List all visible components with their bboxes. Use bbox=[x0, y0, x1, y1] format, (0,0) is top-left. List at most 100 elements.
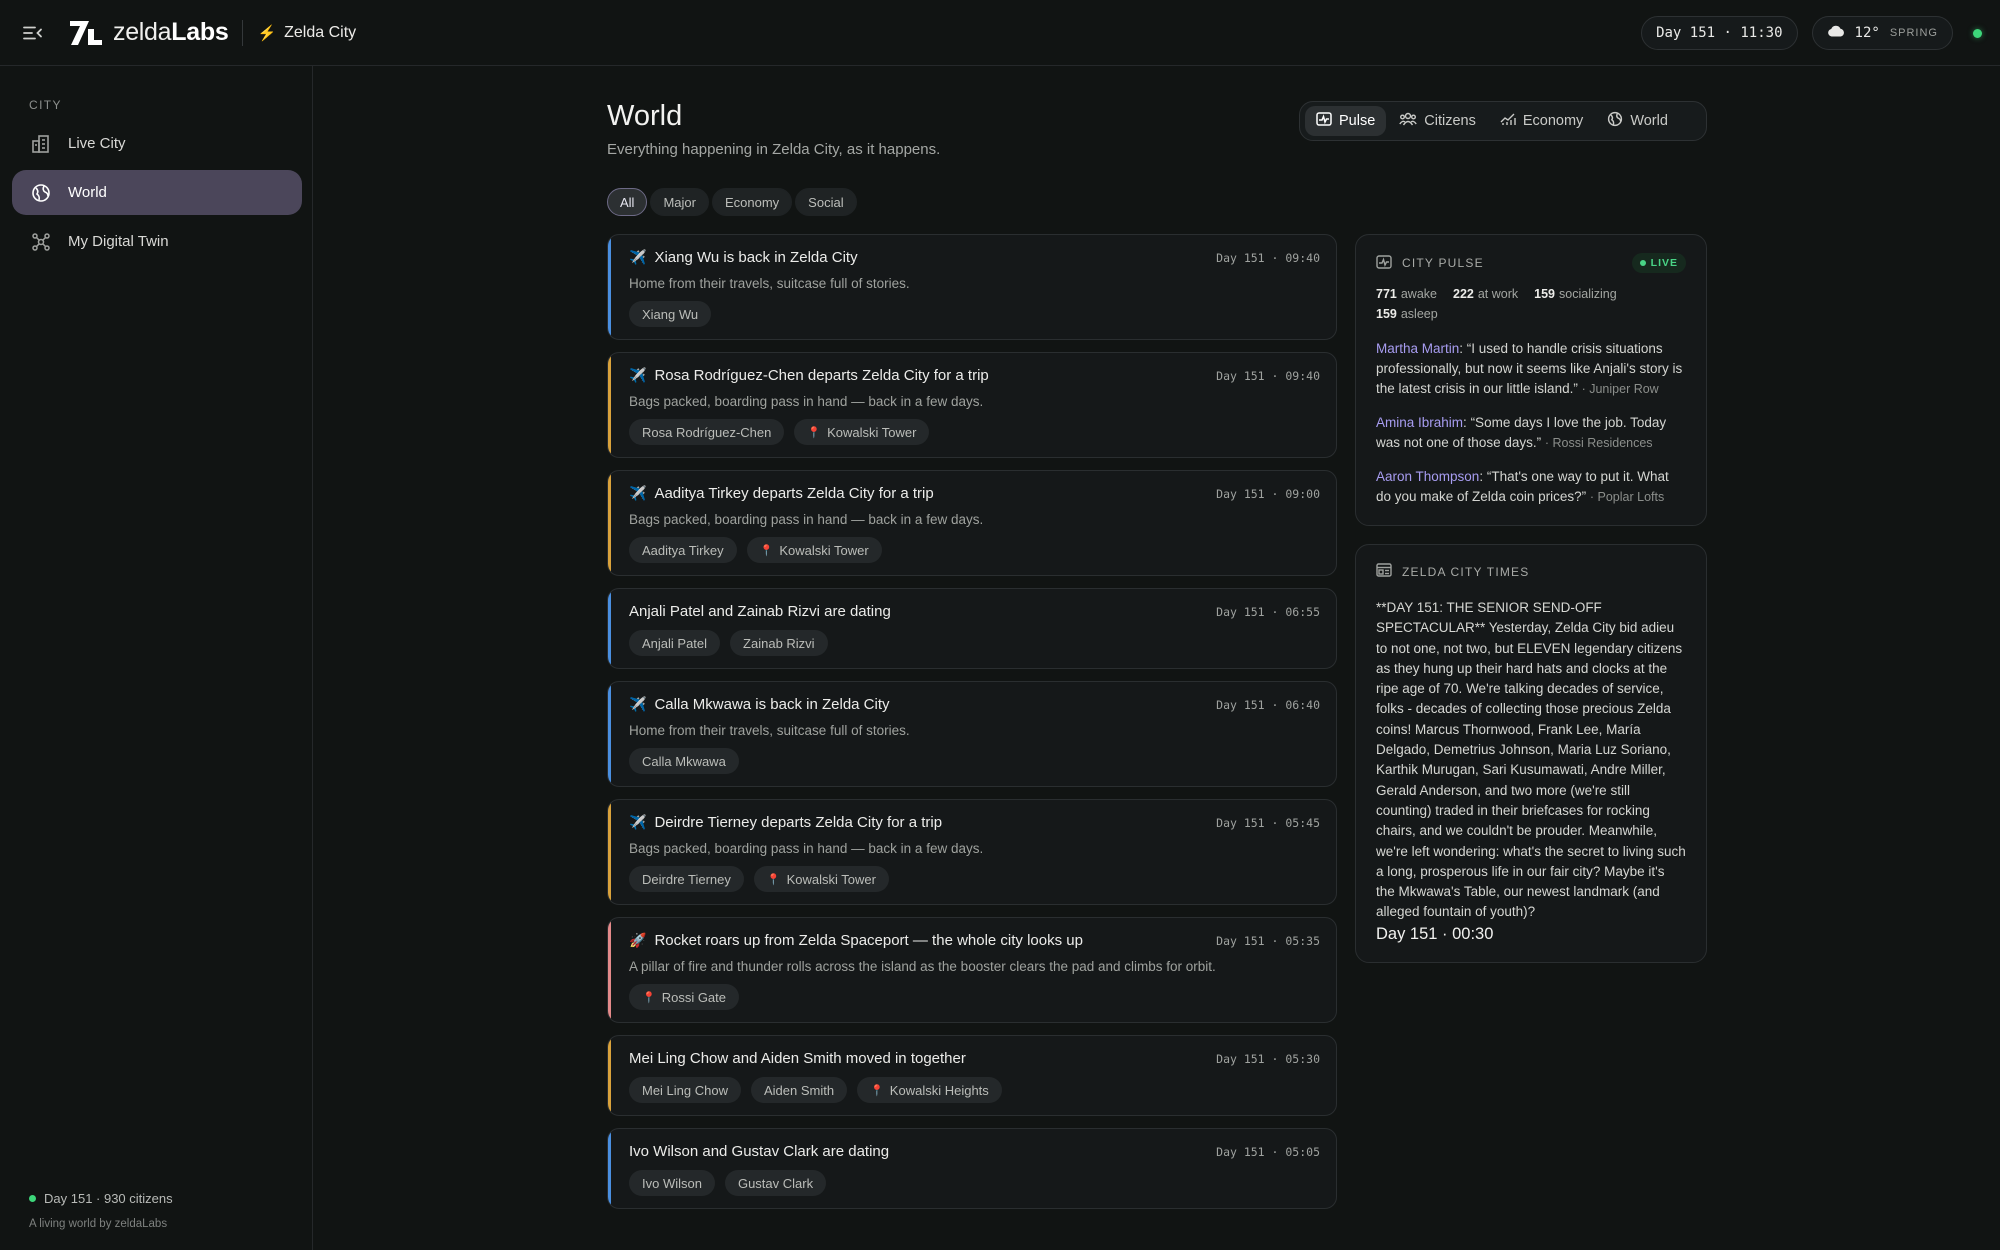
citizen-chip[interactable]: Zainab Rizvi bbox=[730, 630, 828, 656]
filter-economy[interactable]: Economy bbox=[711, 188, 793, 216]
event-tags: Xiang Wu bbox=[629, 301, 1320, 327]
bolt-icon: ⚡ bbox=[257, 24, 277, 42]
event-card[interactable]: ✈️ Rosa Rodríguez-Chen departs Zelda City… bbox=[607, 352, 1337, 458]
map-pin-icon: 📍 bbox=[870, 1084, 884, 1097]
event-tags: Rosa Rodríguez-Chen 📍 Kowalski Tower bbox=[629, 419, 1320, 445]
event-card[interactable]: ✈️ Deirdre Tierney departs Zelda City for… bbox=[607, 799, 1337, 905]
newspaper-article: **DAY 151: THE SENIOR SEND-OFF SPECTACUL… bbox=[1376, 600, 1686, 920]
event-description: Bags packed, boarding pass in hand — bac… bbox=[629, 512, 984, 527]
collapse-sidebar-icon[interactable] bbox=[23, 26, 43, 40]
event-description: Bags packed, boarding pass in hand — bac… bbox=[629, 841, 984, 856]
event-card[interactable]: ✈️ Calla Mkwawa is back in Zelda City Day … bbox=[607, 681, 1337, 787]
citizen-quote: Aaron Thompson: “That's one way to put i… bbox=[1376, 469, 1669, 504]
event-title-row: ✈️ Deirdre Tierney departs Zelda City for… bbox=[629, 814, 942, 831]
brand-name: zeldaLabs bbox=[113, 18, 229, 46]
event-title: Deirdre Tierney departs Zelda City for a… bbox=[654, 814, 943, 831]
map-pin-icon: 📍 bbox=[759, 544, 774, 557]
event-time: Day 151 · 09:40 bbox=[1216, 250, 1320, 265]
event-tags: Deirdre Tierney 📍 Kowalski Tower bbox=[629, 866, 1320, 892]
panel-title: CITY PULSE bbox=[1402, 256, 1484, 270]
event-title: Mei Ling Chow and Aiden Smith moved in t… bbox=[629, 1050, 966, 1067]
event-time: Day 151 · 05:45 bbox=[1216, 815, 1320, 830]
live-dot-icon bbox=[1639, 260, 1646, 266]
quote-author[interactable]: Amina Ibrahim bbox=[1376, 415, 1463, 430]
event-time: Day 151 · 05:30 bbox=[1216, 1051, 1320, 1066]
live-badge: LIVE bbox=[1631, 253, 1686, 273]
people-icon bbox=[1399, 112, 1418, 130]
location-chip[interactable]: 📍 Kowalski Heights bbox=[857, 1077, 1002, 1103]
stat-at-work: 222 at work bbox=[1453, 287, 1519, 301]
sidebar-item-label: Live City bbox=[68, 135, 126, 152]
citizen-chip[interactable]: Rosa Rodríguez-Chen bbox=[629, 419, 785, 445]
citizen-chip[interactable]: Calla Mkwawa bbox=[629, 748, 739, 774]
citizen-chip[interactable]: Anjali Patel bbox=[629, 630, 721, 656]
tab-world[interactable]: World bbox=[1596, 106, 1679, 136]
citizen-chip[interactable]: Xiang Wu bbox=[629, 301, 712, 327]
sidebar-item-my-digital-twin[interactable]: My Digital Twin bbox=[12, 219, 302, 264]
location-chip[interactable]: 📍 Kowalski Tower bbox=[746, 537, 882, 563]
event-description: Bags packed, boarding pass in hand — bac… bbox=[629, 394, 984, 409]
city-times-panel: ZELDA CITY TIMES **DAY 151: THE SENIOR S… bbox=[1355, 544, 1707, 963]
map-pin-icon: 📍 bbox=[766, 873, 781, 886]
citizen-chip[interactable]: Deirdre Tierney bbox=[629, 866, 744, 892]
citizen-chip[interactable]: Mei Ling Chow bbox=[629, 1077, 741, 1103]
location-chip[interactable]: 📍 Rossi Gate bbox=[629, 984, 740, 1010]
event-card[interactable]: ✈️ Aaditya Tirkey departs Zelda City for … bbox=[607, 470, 1337, 576]
sidebar-item-world[interactable]: World bbox=[12, 170, 302, 215]
location-name: Rossi Gate bbox=[661, 989, 727, 1005]
event-card[interactable]: 🚀 Rocket roars up from Zelda Spaceport — … bbox=[607, 917, 1337, 1023]
quote-author[interactable]: Aaron Thompson bbox=[1376, 469, 1479, 484]
network-icon bbox=[30, 231, 52, 253]
event-time: Day 151 · 05:35 bbox=[1216, 933, 1320, 948]
newspaper-icon bbox=[1376, 563, 1392, 580]
filter-all[interactable]: All bbox=[607, 188, 648, 216]
filter-major[interactable]: Major bbox=[650, 188, 709, 216]
event-tags: Calla Mkwawa bbox=[629, 748, 1320, 774]
map-pin-icon: 📍 bbox=[642, 991, 656, 1004]
event-title: Rocket roars up from Zelda Spaceport — t… bbox=[654, 932, 1083, 949]
event-card[interactable]: ✈️ Xiang Wu is back in Zelda City Day 151 … bbox=[607, 234, 1337, 340]
brand-logo[interactable]: zeldaLabs bbox=[69, 18, 229, 47]
feed-filters: All Major Economy Social bbox=[607, 188, 857, 216]
event-time: Day 151 · 06:55 bbox=[1216, 604, 1320, 619]
citizen-chip[interactable]: Ivo Wilson bbox=[629, 1170, 715, 1196]
location-name: Kowalski Heights bbox=[889, 1082, 989, 1098]
event-title: Aaditya Tirkey departs Zelda City for a … bbox=[654, 485, 934, 502]
location-chip[interactable]: 📍 Kowalski Tower bbox=[794, 419, 930, 445]
event-card[interactable]: Mei Ling Chow and Aiden Smith moved in t… bbox=[607, 1035, 1337, 1116]
city-pulse-panel: CITY PULSE LIVE 771 awake 222 at work 159 s… bbox=[1355, 234, 1707, 526]
event-type-icon: ✈️ bbox=[629, 485, 647, 501]
event-title-row: Mei Ling Chow and Aiden Smith moved in t… bbox=[629, 1050, 966, 1067]
event-card[interactable]: Ivo Wilson and Gustav Clark are dating Da… bbox=[607, 1128, 1337, 1209]
event-title-row: ✈️ Xiang Wu is back in Zelda City bbox=[629, 249, 858, 266]
citizen-chip[interactable]: Aaditya Tirkey bbox=[629, 537, 737, 563]
event-title: Anjali Patel and Zainab Rizvi are dating bbox=[629, 603, 891, 620]
stat-socializing: 159 socializing bbox=[1534, 287, 1617, 301]
event-title-row: ✈️ Aaditya Tirkey departs Zelda City for … bbox=[629, 485, 934, 502]
tab-citizens[interactable]: Citizens bbox=[1388, 106, 1487, 136]
event-tags: Anjali Patel Zainab Rizvi bbox=[629, 630, 1320, 656]
city-selector[interactable]: ⚡ Zelda City bbox=[257, 24, 356, 42]
tab-economy[interactable]: Economy bbox=[1489, 106, 1594, 136]
event-tags: Aaditya Tirkey 📍 Kowalski Tower bbox=[629, 537, 1320, 563]
zeldalabs-logo-icon bbox=[69, 20, 103, 46]
quote-location: · Rossi Residences bbox=[1544, 436, 1653, 450]
citizen-chip[interactable]: Aiden Smith bbox=[751, 1077, 848, 1103]
filter-social[interactable]: Social bbox=[795, 188, 857, 216]
clock-text: Day 151 · 11:30 bbox=[1656, 25, 1783, 41]
event-description: Home from their travels, suitcase full o… bbox=[629, 723, 910, 738]
location-chip[interactable]: 📍 Kowalski Tower bbox=[753, 866, 889, 892]
event-card[interactable]: Anjali Patel and Zainab Rizvi are dating… bbox=[607, 588, 1337, 669]
event-title: Xiang Wu is back in Zelda City bbox=[654, 249, 858, 266]
game-clock: Day 151 · 11:30 bbox=[1641, 16, 1798, 50]
weather-widget[interactable]: 12° SPRING bbox=[1811, 16, 1953, 50]
sidebar-item-live-city[interactable]: Live City bbox=[12, 121, 302, 166]
citizen-chip[interactable]: Gustav Clark bbox=[724, 1170, 827, 1196]
pulse-stats: 771 awake 222 at work 159 socializing 159 as… bbox=[1376, 287, 1686, 321]
tab-pulse[interactable]: Pulse bbox=[1305, 106, 1387, 136]
event-title: Ivo Wilson and Gustav Clark are dating bbox=[629, 1143, 890, 1160]
quote-author[interactable]: Martha Martin bbox=[1376, 341, 1459, 356]
event-title-row: Ivo Wilson and Gustav Clark are dating bbox=[629, 1143, 889, 1160]
header-divider bbox=[242, 19, 244, 46]
credit-text: A living world by zeldaLabs bbox=[29, 1218, 168, 1230]
